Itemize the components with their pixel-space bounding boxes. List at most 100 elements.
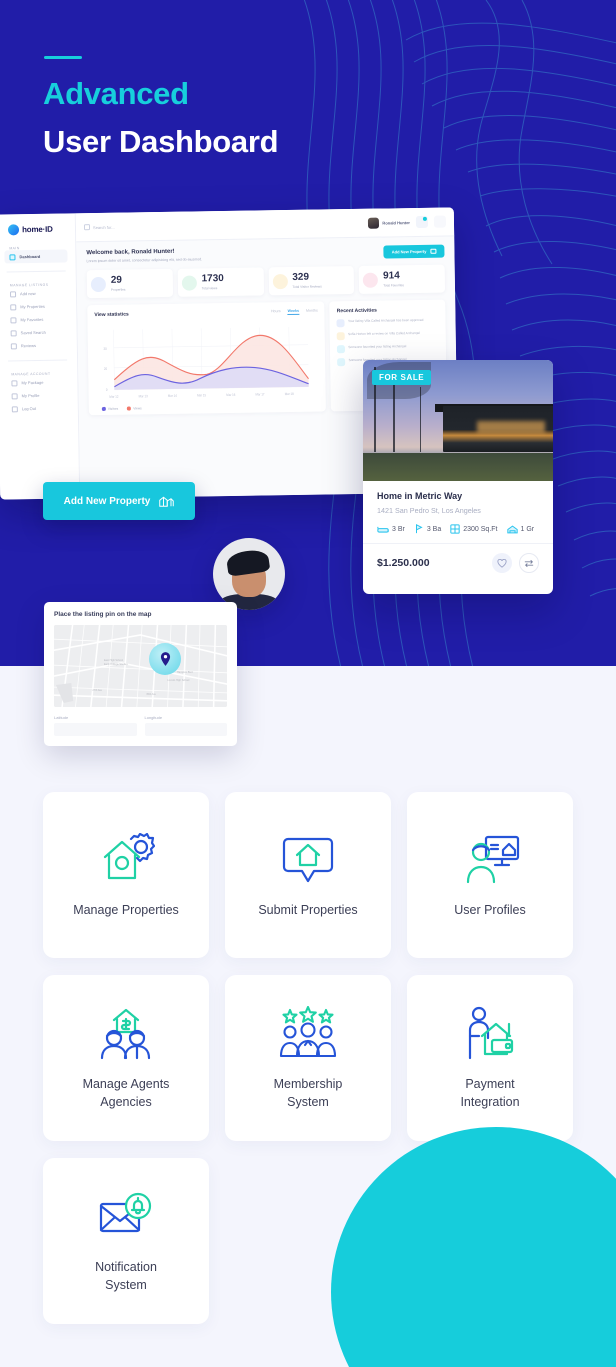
spec-value: 3 Ba xyxy=(426,525,442,533)
stat-label: Properties xyxy=(110,287,126,292)
svg-text:East High School: East High School xyxy=(104,659,123,662)
chart-legend: Visitors Views xyxy=(96,404,319,412)
activity-text: Someone favorited your listing Archangel xyxy=(348,344,407,350)
property-photo: FOR SALE xyxy=(363,360,553,481)
longitude-input[interactable] xyxy=(144,723,227,736)
sidebar-item-my-profile[interactable]: My Profile xyxy=(0,388,78,402)
search-input[interactable]: Search for... xyxy=(83,220,362,231)
eye-icon xyxy=(181,274,197,291)
feature-card-payment[interactable]: Payment Integration xyxy=(407,975,573,1141)
stats-row: 29 Properties 1730 Total views 329 Total… xyxy=(77,257,456,299)
heart-icon xyxy=(362,272,379,288)
sidebar-item-add-new[interactable]: Add new xyxy=(0,286,76,300)
feature-card-manage-agents[interactable]: Manage Agents Agencies xyxy=(43,975,209,1141)
svg-text:Mar 12: Mar 12 xyxy=(109,394,118,398)
activity-item: Your listing Villa Called Archangel has … xyxy=(336,318,439,328)
heart-icon xyxy=(10,316,17,323)
sidebar-item-my-properties[interactable]: My Properties xyxy=(0,299,76,313)
latitude-input[interactable] xyxy=(54,723,137,736)
add-new-property-button[interactable]: Add New Property xyxy=(43,482,195,520)
sidebar-item-dashboard[interactable]: Dashboard xyxy=(4,249,68,264)
building-icon xyxy=(430,248,437,254)
favorite-button[interactable] xyxy=(492,553,512,573)
stat-card-total-views: 1730 Total views xyxy=(177,267,264,297)
activity-item: Someone favorited your listing Archangel xyxy=(337,344,439,354)
stat-label: Total Favorites xyxy=(383,283,404,288)
building-icon xyxy=(159,496,175,507)
notifications-bell-icon[interactable] xyxy=(415,215,429,229)
apps-grid-icon[interactable] xyxy=(433,215,447,228)
property-footer: $1.250.000 xyxy=(363,543,553,582)
add-new-property-button[interactable]: Add New Property xyxy=(383,244,445,259)
compare-button[interactable] xyxy=(519,553,539,573)
chart-range-tabs: Hours Weeks Months xyxy=(271,309,318,316)
agents-icon xyxy=(97,1005,155,1063)
tab-weeks[interactable]: Weeks xyxy=(287,308,300,316)
legend-label: Visitors xyxy=(107,406,119,411)
logo-text: home·ID xyxy=(21,224,53,235)
user-monitor-icon xyxy=(460,831,520,889)
house-icon xyxy=(90,276,107,292)
sidebar-item-label: Log Out xyxy=(21,406,37,412)
sidebar-divider xyxy=(6,270,66,273)
dashboard-icon xyxy=(9,253,16,260)
property-price: $1.250.000 xyxy=(377,557,430,569)
logout-icon xyxy=(11,405,18,412)
sidebar-item-my-package[interactable]: My Package xyxy=(0,375,78,389)
legend-label: Views xyxy=(133,406,142,411)
stat-value: 1730 xyxy=(201,273,224,285)
bed-icon xyxy=(377,526,389,533)
feature-label: Manage Properties xyxy=(73,902,179,917)
user-menu[interactable]: Ronald Hunter xyxy=(368,217,410,229)
feature-card-user-profiles[interactable]: User Profiles xyxy=(407,792,573,958)
map-pin-icon[interactable] xyxy=(149,643,182,676)
map-canvas[interactable]: East High School Early College Studies H… xyxy=(54,625,227,707)
latitude-field-group: Latitude xyxy=(54,715,137,736)
svg-text:Mar 14: Mar 14 xyxy=(168,394,177,398)
svg-text:20: 20 xyxy=(104,367,108,371)
svg-text:Lincoln High School: Lincoln High School xyxy=(167,679,189,682)
view-statistics-panel: View statistics Hours Weeks Months 30 20… xyxy=(87,301,327,416)
property-actions xyxy=(492,553,539,573)
svg-text:30: 30 xyxy=(103,347,107,351)
sidebar-item-log-out[interactable]: Log Out xyxy=(0,401,78,415)
heart-icon xyxy=(337,345,346,354)
mail-bell-icon xyxy=(98,1188,154,1246)
hero-accent-rule xyxy=(44,56,82,59)
heart-icon xyxy=(337,358,346,367)
hero-title-line-2: User Dashboard xyxy=(43,124,279,159)
feature-label: Membership System xyxy=(273,1076,343,1109)
feature-card-notification[interactable]: Notification System xyxy=(43,1158,209,1324)
spec-value: 3 Br xyxy=(392,525,405,533)
feature-card-manage-properties[interactable]: Manage Properties xyxy=(43,792,209,958)
feature-label: Payment Integration xyxy=(460,1076,520,1109)
sidebar-item-my-favorites[interactable]: My Favorites xyxy=(0,312,77,326)
search-placeholder: Search for... xyxy=(92,224,115,230)
sidebar-item-reviews[interactable]: Reviews xyxy=(0,338,77,352)
bath-icon xyxy=(415,524,423,534)
dashboard-logo[interactable]: home·ID xyxy=(0,213,75,236)
stat-value: 914 xyxy=(382,270,400,282)
hero-title-line-1: Advanced xyxy=(43,76,189,111)
area-icon xyxy=(450,524,460,534)
legend-swatch xyxy=(101,407,106,411)
legend-item-visitors: Visitors xyxy=(101,406,119,411)
compare-icon xyxy=(524,559,534,567)
search-icon xyxy=(10,329,17,336)
garage-icon xyxy=(506,524,518,533)
sidebar-divider xyxy=(8,359,68,362)
plus-icon xyxy=(9,290,17,297)
svg-text:Mar 13: Mar 13 xyxy=(139,394,148,398)
tab-hours[interactable]: Hours xyxy=(271,309,281,315)
feature-card-submit-properties[interactable]: Submit Properties xyxy=(225,792,391,958)
sidebar-item-saved-search[interactable]: Saved Search xyxy=(0,325,77,339)
latitude-label: Latitude xyxy=(54,715,69,720)
feature-card-membership[interactable]: Membership System xyxy=(225,975,391,1141)
svg-text:Hampton Blvd: Hampton Blvd xyxy=(177,671,193,674)
heart-icon xyxy=(497,558,507,568)
stat-label: Total Visitor Reviews xyxy=(292,284,322,289)
property-card[interactable]: FOR SALE Home in Metric Way 1421 San Ped… xyxy=(363,360,553,594)
sidebar-item-label: My Package xyxy=(21,379,44,386)
tab-months[interactable]: Months xyxy=(306,309,318,315)
feature-label: Submit Properties xyxy=(258,902,358,917)
